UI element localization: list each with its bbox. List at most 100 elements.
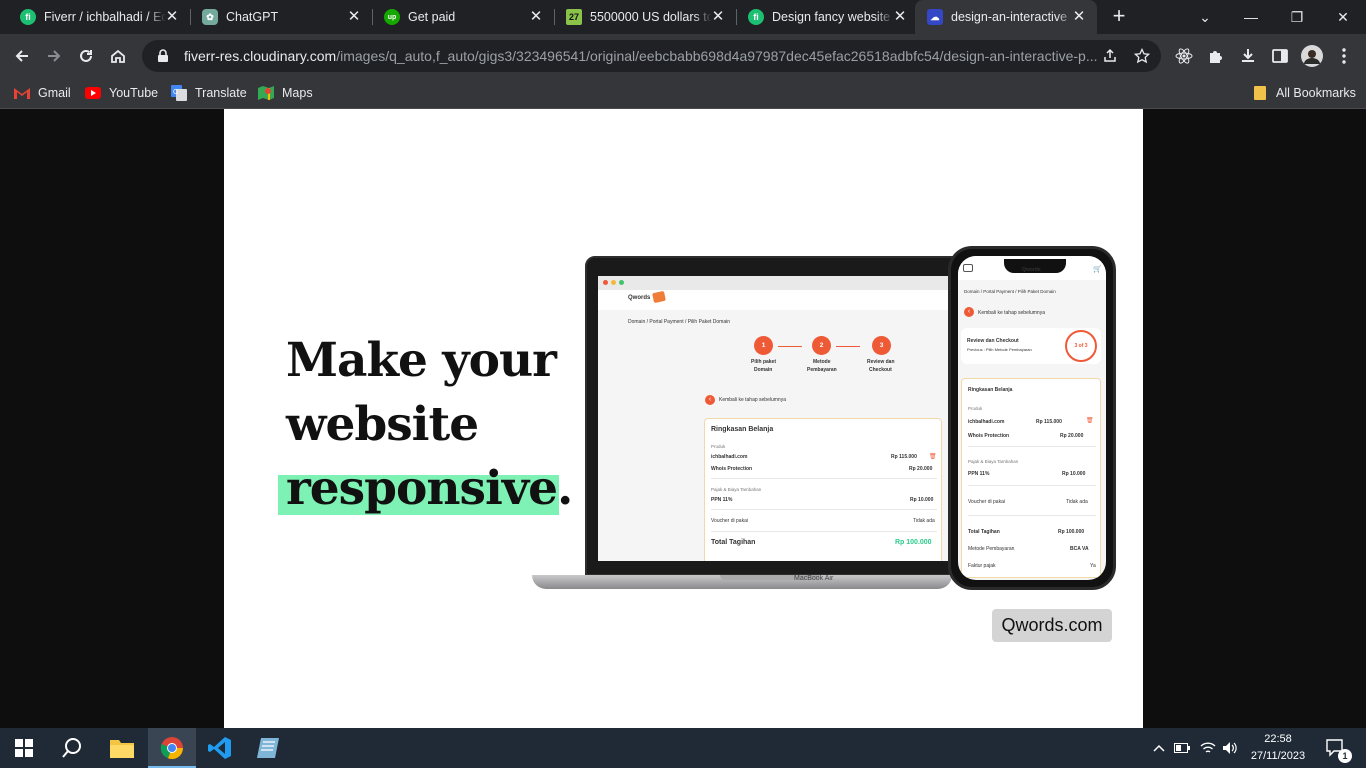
wifi-icon[interactable] (1198, 728, 1218, 768)
reload-icon (80, 49, 92, 62)
summary-title: Ringkasan Belanja (968, 387, 1013, 393)
arrow-right-icon (48, 50, 61, 62)
tax-name: PPN 11% (711, 497, 733, 503)
bookmark-label: Maps (282, 86, 313, 100)
breadcrumb: Domain / Portal Payment / Pilih Paket Do… (628, 319, 730, 325)
close-icon[interactable]: ✕ (892, 9, 908, 25)
cart-icon: 🛒 (1093, 266, 1102, 273)
close-icon[interactable]: ✕ (710, 9, 726, 25)
chrome-button[interactable] (148, 728, 196, 768)
back-arrow-icon: ‹ (705, 395, 715, 405)
profile-avatar[interactable] (1298, 42, 1326, 70)
step-label: Pilih paket (751, 359, 777, 365)
bookmark-star-icon[interactable] (1132, 46, 1152, 66)
voucher-value: Tidak ada (1066, 499, 1088, 505)
vscode-button[interactable] (196, 728, 244, 768)
home-button[interactable] (104, 42, 132, 70)
tab-strip: fi Fiverr / ichbalhadi / Ed ✕ ✿ ChatGPT … (0, 0, 1366, 34)
tab-chatgpt[interactable]: ✿ ChatGPT ✕ (182, 0, 372, 34)
headline: Make your website responsive. (277, 329, 573, 521)
file-explorer-button[interactable] (98, 728, 146, 768)
side-panel-icon[interactable] (1266, 42, 1294, 70)
chrome-icon (160, 737, 184, 760)
back-button[interactable] (8, 42, 36, 70)
step-2: 2 (812, 336, 831, 355)
search-button[interactable] (48, 728, 96, 768)
forward-button[interactable] (40, 42, 68, 70)
download-icon[interactable] (1234, 42, 1262, 70)
notification-count: 1 (1338, 749, 1352, 763)
maps-icon (258, 85, 274, 101)
tab-search-icon[interactable]: ⌄ (1182, 0, 1228, 34)
bookmark-gmail[interactable]: Gmail (14, 83, 71, 103)
gmail-icon (14, 85, 30, 101)
close-window-button[interactable]: ✕ (1320, 0, 1366, 34)
step-label: Pembayaran (807, 367, 837, 373)
bookmarks-bar: Gmail YouTube G Translate Maps All Bookm… (0, 78, 1366, 109)
close-icon[interactable]: ✕ (528, 9, 544, 25)
tab-cloudinary-image[interactable]: ☁ design-an-interactive ✕ (915, 0, 1097, 34)
address-bar[interactable]: fiverr-res.cloudinary.com/images/q_auto,… (142, 40, 1161, 72)
calculator-icon: 27 (566, 9, 582, 25)
tab-title: Get paid (408, 10, 456, 24)
bookmark-youtube[interactable]: YouTube (85, 83, 158, 103)
item-name: ichbalhadi.com (968, 419, 1005, 425)
highlight-marker: responsive (277, 457, 560, 521)
tab-upwork[interactable]: up Get paid ✕ (364, 0, 554, 34)
upwork-icon: up (384, 9, 400, 25)
browser-toolbar: fiverr-res.cloudinary.com/images/q_auto,… (0, 34, 1366, 78)
notes-app-button[interactable] (244, 728, 292, 768)
tax-label: Pajak & Biaya Tambahan (968, 459, 1019, 464)
restore-button[interactable]: ❐ (1274, 0, 1320, 34)
close-icon[interactable]: ✕ (346, 9, 362, 25)
all-bookmarks[interactable]: All Bookmarks (1252, 83, 1356, 103)
laptop-model-label: MacBook Air (794, 575, 834, 582)
laptop-base: MacBook Air (532, 575, 952, 589)
review-title: Review dan Checkout (967, 338, 1019, 344)
system-clock[interactable]: 22:58 27/11/2023 (1248, 731, 1308, 765)
invoice-name: Faktur pajak (968, 563, 996, 569)
notifications-button[interactable]: 1 (1320, 728, 1352, 768)
bookmark-label: Translate (195, 86, 247, 100)
minimize-button[interactable]: — (1228, 0, 1274, 34)
tab-fiverr-gig[interactable]: fi Design fancy website ✕ (728, 0, 918, 34)
displayed-image: Make your website responsive. Qwords Dom… (224, 109, 1143, 728)
lock-icon[interactable] (154, 47, 172, 65)
tab-fiverr-profile[interactable]: fi Fiverr / ichbalhadi / Ed ✕ (0, 0, 190, 34)
windows-taskbar: 22:58 27/11/2023 1 (0, 728, 1366, 768)
close-icon[interactable]: ✕ (1071, 9, 1087, 25)
vscode-icon (208, 737, 231, 759)
review-card: Review dan Checkout Previous : Pilih Met… (961, 328, 1101, 364)
bookmark-maps[interactable]: Maps (258, 83, 313, 103)
show-hidden-icons[interactable] (1150, 728, 1168, 768)
headline-line-1: Make your (286, 333, 557, 388)
summary-card: Ringkasan Belanja Produk ichbalhadi.com … (704, 418, 942, 561)
tab-currency[interactable]: 27 5500000 US dollars to ✕ (546, 0, 736, 34)
fiverr-icon: fi (748, 9, 764, 25)
menu-icon[interactable] (1330, 42, 1358, 70)
all-bookmarks-label: All Bookmarks (1276, 86, 1356, 100)
item-price: Rp 115.000 (891, 454, 917, 460)
back-arrow-icon: ‹ (964, 307, 974, 317)
url-text[interactable]: fiverr-res.cloudinary.com/images/q_auto,… (184, 48, 1104, 64)
new-tab-button[interactable]: + (1107, 5, 1131, 29)
step-connector (778, 346, 802, 347)
back-link: Kembali ke tahap sebelumnya (719, 397, 786, 403)
arrow-left-icon (15, 50, 28, 62)
close-icon[interactable]: ✕ (164, 9, 180, 25)
extensions-icon[interactable] (1202, 42, 1230, 70)
share-icon[interactable] (1100, 46, 1120, 66)
fiverr-icon: fi (20, 9, 36, 25)
step-label: Domain (754, 367, 773, 373)
volume-icon[interactable] (1220, 728, 1240, 768)
product-label: Produk (968, 406, 983, 411)
battery-icon[interactable] (1172, 728, 1192, 768)
bookmark-translate[interactable]: G Translate (171, 83, 247, 103)
reload-button[interactable] (72, 42, 100, 70)
bookmark-label: YouTube (109, 86, 159, 100)
item-price: Rp 20.000 (1060, 433, 1084, 439)
bookmark-label: Gmail (38, 86, 71, 100)
start-button[interactable] (0, 728, 48, 768)
item-name: Whois Protection (968, 433, 1010, 439)
react-devtools-icon[interactable] (1170, 42, 1198, 70)
